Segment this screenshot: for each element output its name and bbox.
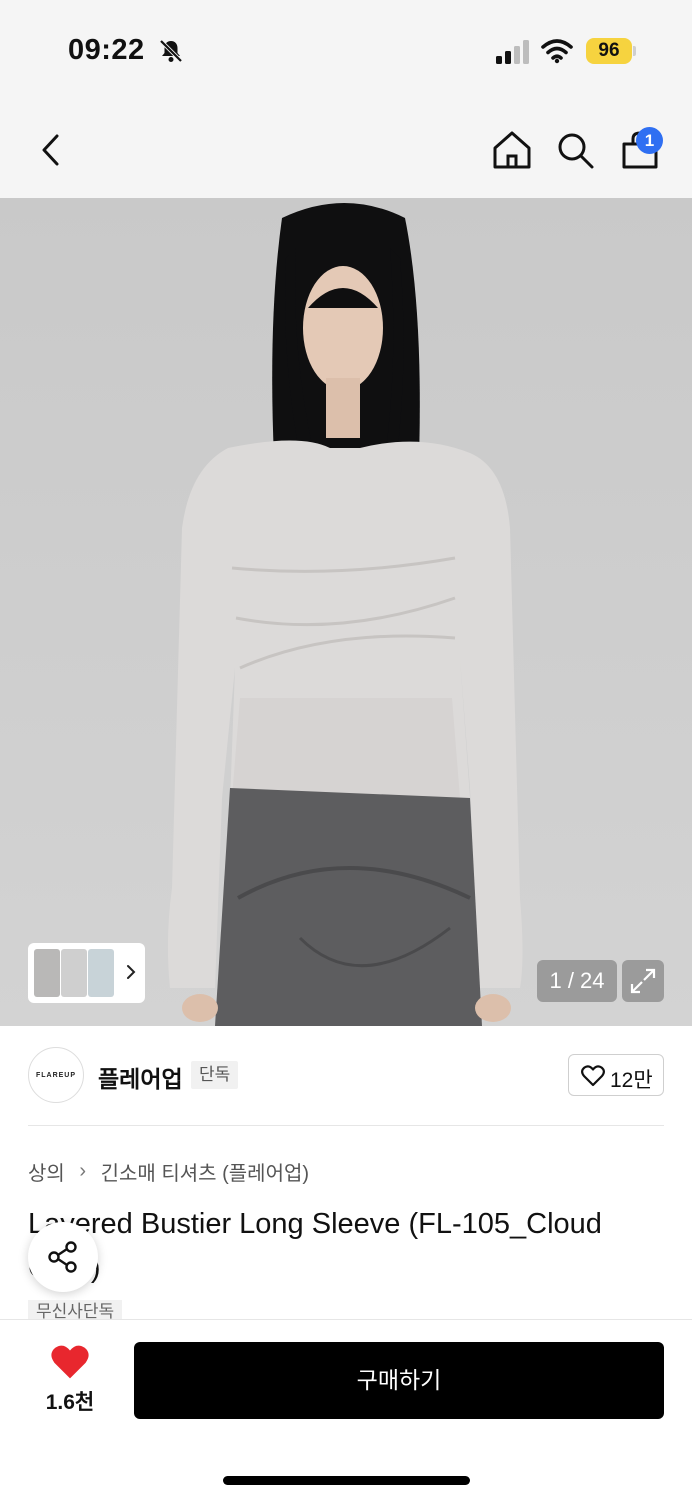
thumbnail-strip[interactable] — [28, 943, 145, 1003]
share-button[interactable] — [28, 1222, 98, 1292]
home-indicator — [223, 1476, 470, 1485]
wifi-icon — [541, 39, 573, 64]
status-bar: 09:22 96 — [0, 0, 692, 100]
product-title: Layered Bustier Long Sleeve (FL-105_Clou… — [28, 1208, 602, 1284]
heart-outline-icon — [581, 1065, 605, 1087]
chevron-right-icon[interactable] — [124, 960, 138, 984]
expand-button[interactable] — [622, 960, 664, 1002]
product-image[interactable] — [0, 198, 692, 1026]
wishlist-count: 1.6천 — [45, 1391, 95, 1414]
brand-logo[interactable]: FLAREUP — [28, 1047, 84, 1103]
thumbnail-2[interactable] — [61, 949, 87, 997]
battery-tip — [633, 46, 636, 56]
status-time: 09:22 — [68, 34, 145, 66]
home-icon[interactable] — [490, 128, 534, 172]
breadcrumb: 상의 › 긴소매 티셔츠 (플레어업) — [28, 1157, 309, 1186]
thumbnail-1[interactable] — [34, 949, 60, 997]
chevron-right-icon: › — [79, 1160, 87, 1182]
cart-count-badge: 1 — [636, 127, 663, 154]
buy-button[interactable]: 구매하기 — [134, 1342, 664, 1419]
share-icon — [48, 1241, 77, 1273]
bell-slash-icon — [159, 39, 183, 63]
expand-icon — [630, 968, 656, 994]
product-photo — [0, 198, 692, 1026]
heart-filled-icon — [51, 1345, 89, 1379]
search-icon[interactable] — [553, 128, 597, 172]
divider — [28, 1125, 664, 1126]
image-counter: 1 / 24 — [537, 960, 617, 1002]
wishlist-button[interactable]: 1.6천 — [30, 1340, 110, 1420]
top-nav — [0, 100, 692, 198]
breadcrumb-item-category[interactable]: 상의 — [28, 1163, 65, 1185]
signal-icon — [496, 40, 529, 64]
exclusive-badge: 단독 — [191, 1061, 239, 1089]
brand-name[interactable]: 플레어업 — [98, 1060, 183, 1094]
thumbnail-3[interactable] — [88, 949, 114, 997]
brand-like-button[interactable]: 12만 — [568, 1054, 664, 1096]
battery-icon: 96 — [586, 38, 632, 64]
breadcrumb-item-subcategory[interactable]: 긴소매 티셔츠 (플레어업) — [101, 1163, 309, 1185]
brand-like-count: 12만 — [610, 1069, 653, 1092]
back-icon[interactable] — [30, 128, 74, 172]
